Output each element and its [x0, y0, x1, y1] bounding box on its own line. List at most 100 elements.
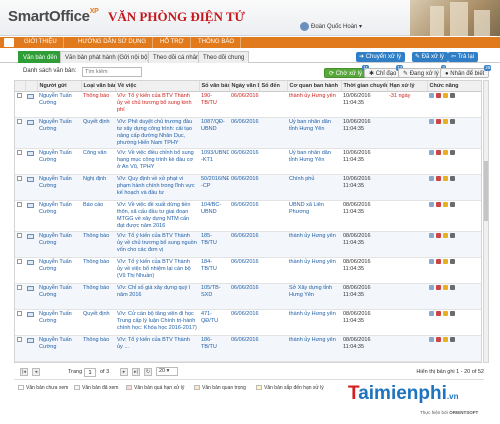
app-logo[interactable]: SmartOfficeXP: [8, 8, 99, 25]
delete-icon[interactable]: [436, 336, 441, 342]
menu-item-notifications[interactable]: THÔNG BÁO: [192, 37, 242, 48]
cell-actions[interactable]: [427, 117, 481, 149]
cell-actions[interactable]: [427, 309, 481, 336]
view-icon[interactable]: [429, 92, 434, 98]
col-deadline[interactable]: Hạn xử lý: [387, 81, 428, 92]
table-row[interactable]: Nguyễn Tuấn Cường Thông báo V/v: Chỉ số gi…: [15, 283, 481, 310]
col-arrival[interactable]: Số đến: [259, 81, 288, 92]
page-input[interactable]: [84, 368, 96, 377]
forward-button[interactable]: ➜ Chuyển xử lý: [356, 52, 406, 62]
row-checkbox[interactable]: [17, 258, 22, 264]
return-button[interactable]: ⇦ Trả lại: [448, 52, 479, 62]
refresh-icon[interactable]: ↻: [144, 368, 152, 376]
last-page-icon[interactable]: ▸|: [132, 368, 140, 376]
table-row[interactable]: Nguyễn Tuấn Cường Quyết định V/v: Phê duyệ…: [15, 117, 481, 149]
cell-icon[interactable]: [25, 257, 37, 284]
cell-actions[interactable]: [427, 283, 481, 310]
cell-icon[interactable]: [25, 148, 37, 175]
delete-icon[interactable]: [436, 175, 441, 181]
flag-icon[interactable]: [443, 310, 448, 316]
directive-button[interactable]: ✱ Chỉ đạo12: [364, 65, 404, 78]
row-checkbox[interactable]: [17, 310, 22, 316]
row-checkbox[interactable]: [17, 149, 22, 155]
pending-button[interactable]: ⟳ Chờ xử lý11: [324, 65, 369, 78]
row-checkbox[interactable]: [17, 175, 22, 181]
menu-item-guide[interactable]: HƯỚNG DẪN SỬ DỤNG: [72, 37, 154, 48]
next-page-icon[interactable]: ▸: [120, 368, 128, 376]
attach-icon[interactable]: [450, 258, 455, 264]
cell-checkbox[interactable]: [15, 174, 25, 201]
first-page-icon[interactable]: |◂: [20, 368, 28, 376]
view-icon[interactable]: [429, 232, 434, 238]
cell-icon[interactable]: [25, 117, 37, 149]
table-row[interactable]: Nguyễn Tuấn Cường Thông báo V/v: Tổ ý kiến…: [15, 91, 481, 118]
flag-icon[interactable]: [443, 258, 448, 264]
tab-incoming[interactable]: Văn bản đến: [18, 51, 63, 63]
in-progress-button[interactable]: ✎ Đang xử lý3: [398, 65, 446, 78]
cell-icon[interactable]: [25, 309, 37, 336]
col-type[interactable]: Loại văn bản: [81, 81, 116, 92]
user-menu[interactable]: Đoàn Quốc Hoàn ▾: [300, 22, 362, 31]
table-row[interactable]: Nguyễn Tuấn Cường Thông báo V/v: Tổ ý kiến…: [15, 257, 481, 284]
cell-actions[interactable]: [427, 231, 481, 258]
view-icon[interactable]: [429, 149, 434, 155]
row-checkbox[interactable]: [17, 336, 22, 342]
cell-checkbox[interactable]: [15, 309, 25, 336]
table-row[interactable]: Nguyễn Tuấn Cường Quyết định V/v: Cử cán b…: [15, 309, 481, 336]
flag-icon[interactable]: [443, 284, 448, 290]
cell-checkbox[interactable]: [15, 91, 25, 118]
table-row[interactable]: Nguyễn Tuấn Cường Báo cáo V/v: Về việc đề …: [15, 200, 481, 232]
attach-icon[interactable]: [450, 284, 455, 290]
menu-item-support[interactable]: HỖ TRỢ: [154, 37, 191, 48]
delete-icon[interactable]: [436, 232, 441, 238]
attach-icon[interactable]: [450, 201, 455, 207]
cell-actions[interactable]: [427, 200, 481, 232]
tab-general[interactable]: Theo dõi chung: [198, 51, 250, 63]
attach-icon[interactable]: [450, 336, 455, 342]
view-icon[interactable]: [429, 310, 434, 316]
flag-icon[interactable]: [443, 92, 448, 98]
delete-icon[interactable]: [436, 310, 441, 316]
table-row[interactable]: Nguyễn Tuấn Cường Thông báo V/v: Tổ ý kiến…: [15, 335, 481, 362]
row-checkbox[interactable]: [17, 201, 22, 207]
row-checkbox[interactable]: [17, 284, 22, 290]
col-sender[interactable]: Người gửi: [37, 81, 82, 92]
menu-item-about[interactable]: GIỚI THIỆU: [18, 37, 64, 48]
flag-icon[interactable]: [443, 118, 448, 124]
row-checkbox[interactable]: [17, 232, 22, 238]
cell-checkbox[interactable]: [15, 117, 25, 149]
cell-checkbox[interactable]: [15, 335, 25, 362]
table-row[interactable]: Nguyễn Tuấn Cường Thông báo V/v: Tổ ý kiến…: [15, 231, 481, 258]
flag-icon[interactable]: [443, 232, 448, 238]
personal-button[interactable]: ● Nhân để biết 29: [440, 65, 492, 78]
cell-checkbox[interactable]: [15, 283, 25, 310]
table-row[interactable]: Nguyễn Tuấn Cường Nghị định V/v: Quy định …: [15, 174, 481, 201]
view-icon[interactable]: [429, 284, 434, 290]
tab-issued[interactable]: Văn bản phát hành (Gửi nội bộ): [60, 51, 155, 63]
col-date[interactable]: Ngày văn bản: [229, 81, 260, 92]
tab-personal[interactable]: Theo dõi cá nhân: [148, 51, 205, 63]
search-input[interactable]: [82, 67, 142, 77]
cell-actions[interactable]: [427, 91, 481, 118]
home-icon[interactable]: [4, 38, 14, 47]
cell-checkbox[interactable]: [15, 257, 25, 284]
table-row[interactable]: Nguyễn Tuấn Cường Công văn V/v: Về việc đi…: [15, 148, 481, 175]
cell-actions[interactable]: [427, 335, 481, 362]
cell-checkbox[interactable]: [15, 148, 25, 175]
cell-icon[interactable]: [25, 231, 37, 258]
delete-icon[interactable]: [436, 149, 441, 155]
col-sent-time[interactable]: Thời gian chuyển: [341, 81, 388, 92]
view-icon[interactable]: [429, 118, 434, 124]
prev-page-icon[interactable]: ◂: [32, 368, 40, 376]
cell-icon[interactable]: [25, 335, 37, 362]
table-scrollbar[interactable]: [483, 80, 489, 363]
cell-icon[interactable]: [25, 283, 37, 310]
col-number[interactable]: Số văn bản: [199, 81, 230, 92]
delete-icon[interactable]: [436, 258, 441, 264]
view-icon[interactable]: [429, 175, 434, 181]
flag-icon[interactable]: [443, 201, 448, 207]
attach-icon[interactable]: [450, 149, 455, 155]
delete-icon[interactable]: [436, 201, 441, 207]
cell-icon[interactable]: [25, 91, 37, 118]
cell-checkbox[interactable]: [15, 231, 25, 258]
